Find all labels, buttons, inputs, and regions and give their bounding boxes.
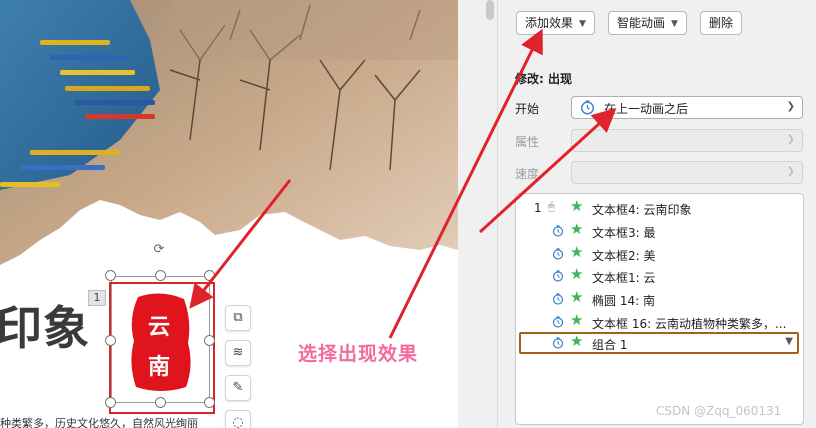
clock-icon — [552, 337, 564, 349]
add-effect-button[interactable]: 添加效果 ▼ — [516, 11, 595, 35]
animation-index: 1 — [534, 201, 542, 215]
animation-label: 椭圆 14: 南 — [592, 294, 655, 309]
animation-item-selected[interactable]: ★ 组合 1 ▼ — [519, 332, 799, 354]
resize-handle-nw[interactable] — [105, 270, 116, 281]
animation-label: 组合 1 — [592, 338, 628, 352]
property-label: 属性 — [515, 135, 540, 149]
pen-icon[interactable]: ✎ — [225, 375, 251, 401]
animation-label: 文本框4: 云南印象 — [592, 203, 692, 217]
clock-icon — [552, 293, 564, 305]
animation-label: 文本框1: 云 — [592, 271, 656, 286]
clock-icon — [580, 100, 595, 115]
speed-label: 速度 — [515, 167, 540, 181]
floating-toolbar: ⧉ ≋ ✎ ◌ — [225, 305, 251, 428]
animation-label: 文本框2: 美 — [592, 248, 656, 263]
slide-body-text: 种类繁多，历史文化悠久，自然风光绚丽 — [0, 417, 198, 428]
property-select: ❯ — [571, 129, 803, 152]
delete-label: 删除 — [709, 16, 734, 30]
rotate-icon[interactable]: ⟳ — [151, 242, 167, 258]
chevron-down-icon: ❯ — [786, 134, 795, 145]
star-icon: ★ — [570, 311, 584, 329]
clock-icon — [552, 270, 564, 282]
watermark: CSDN @Zqq_060131 — [656, 404, 782, 418]
star-icon: ★ — [570, 197, 584, 215]
canvas-scrollbar[interactable] — [486, 0, 494, 20]
animation-item[interactable]: 1 🖱 ★ 文本框4: 云南印象 — [516, 197, 803, 219]
stamp-char-1: 云 — [148, 314, 171, 340]
chevron-down-icon[interactable]: ▼ — [785, 336, 793, 347]
animation-item[interactable]: ★ 文本框1: 云 — [516, 265, 803, 287]
slide-title: 印象 — [0, 301, 90, 355]
more-tool-icon[interactable]: ◌ — [225, 410, 251, 428]
star-icon: ★ — [570, 288, 584, 307]
resize-handle-s[interactable] — [155, 397, 166, 408]
animation-item[interactable]: ★ 文本框 16: 云南动植物种类繁多，... — [516, 311, 803, 333]
star-icon: ★ — [570, 219, 584, 238]
start-select[interactable]: 在上一动画之后 ❯ — [571, 96, 803, 119]
modify-section-title: 修改: 出现 — [515, 72, 572, 86]
animation-item[interactable]: ★ 文本框3: 最 — [516, 220, 803, 242]
add-effect-label: 添加效果 — [525, 16, 574, 30]
start-value: 在上一动画之后 — [604, 102, 689, 116]
seal-stamp[interactable]: 云 南 — [128, 291, 194, 393]
speed-select: ❯ — [571, 161, 803, 184]
mouse-icon: 🖱 — [548, 200, 555, 213]
star-icon: ★ — [570, 265, 584, 284]
animation-item[interactable]: ★ 文本框2: 美 — [516, 243, 803, 265]
chevron-down-icon: ▼ — [579, 19, 586, 29]
animation-list: 1 🖱 ★ 文本框4: 云南印象 ★ 文本框3: 最 ★ 文本框2: 美 ★ 文本框1: 云 ★ 椭圆… — [515, 193, 804, 425]
slide-canvas[interactable]: 印象 种类繁多，历史文化悠久，自然风光绚丽 1 ⟳ 云 南 ⧉ ≋ ✎ ◌ 选择… — [0, 0, 458, 428]
chevron-down-icon: ▼ — [671, 19, 678, 29]
resize-handle-e[interactable] — [204, 335, 215, 346]
clock-icon — [552, 316, 564, 328]
clock-icon — [552, 247, 564, 260]
resize-handle-sw[interactable] — [105, 397, 116, 408]
layers-icon[interactable]: ≋ — [225, 340, 251, 366]
smart-animation-button[interactable]: 智能动画 ▼ — [608, 11, 687, 35]
resize-handle-se[interactable] — [204, 397, 215, 408]
star-icon: ★ — [570, 332, 584, 350]
animation-number-tag: 1 — [88, 290, 106, 306]
animation-item[interactable]: ★ 椭圆 14: 南 — [516, 288, 803, 310]
slide-photo — [0, 0, 458, 292]
chevron-down-icon: ❯ — [786, 166, 795, 177]
crop-icon[interactable]: ⧉ — [225, 305, 251, 331]
delete-button[interactable]: 删除 — [700, 11, 743, 35]
resize-handle-ne[interactable] — [204, 270, 215, 281]
annotation-label: 选择出现效果 — [298, 343, 419, 365]
start-label: 开始 — [515, 102, 540, 116]
stamp-char-2: 南 — [148, 354, 171, 380]
star-icon: ★ — [570, 242, 584, 261]
resize-handle-n[interactable] — [155, 270, 166, 281]
resize-handle-w[interactable] — [105, 335, 116, 346]
animation-pane: 添加效果 ▼ 智能动画 ▼ 删除 修改: 出现 开始 在上一动画之后 ❯ 属性 ❯ … — [497, 0, 816, 428]
animation-label: 文本框3: 最 — [592, 225, 656, 240]
smart-animation-label: 智能动画 — [617, 16, 666, 30]
clock-icon — [552, 225, 564, 237]
animation-label: 文本框 16: 云南动植物种类繁多，... — [592, 317, 787, 331]
chevron-down-icon: ❯ — [786, 101, 795, 112]
